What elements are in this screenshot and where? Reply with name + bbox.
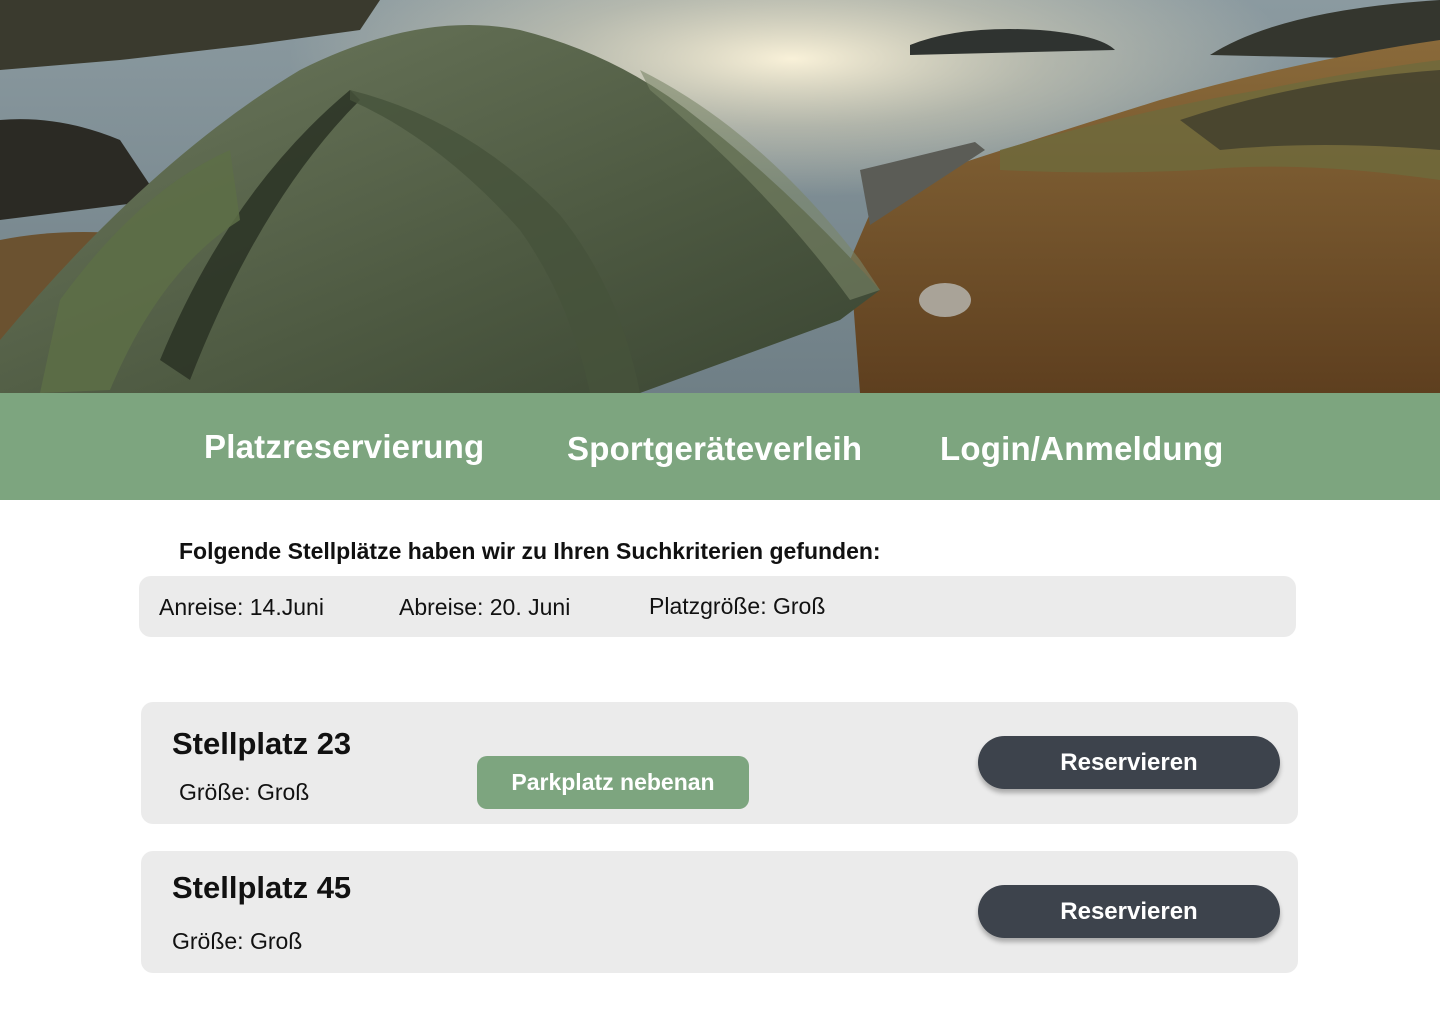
spot-title: Stellplatz 45: [172, 870, 352, 905]
spot-size: Größe: Groß: [172, 928, 303, 954]
arrival-date: Anreise: 14.Juni: [159, 594, 324, 620]
camping-tent-photo: [0, 0, 1440, 393]
hero-image: [0, 0, 1440, 393]
spot-title: Stellplatz 23: [172, 726, 352, 761]
nav-platzreservierung[interactable]: Platzreservierung: [204, 428, 484, 466]
results-heading: Folgende Stellplätze haben wir zu Ihren …: [179, 538, 881, 564]
reserve-button[interactable]: Reservieren: [978, 885, 1280, 938]
search-criteria-bar: Anreise: 14.Juni Abreise: 20. Juni Platz…: [139, 576, 1296, 637]
parking-adjacent-badge: Parkplatz nebenan: [477, 756, 749, 809]
spot-size: Größe: Groß: [179, 779, 310, 805]
main-navigation: Platzreservierung Sportgeräteverleih Log…: [0, 393, 1440, 500]
spot-card: Stellplatz 23 Größe: Groß Parkplatz nebe…: [141, 702, 1298, 824]
nav-login-anmeldung[interactable]: Login/Anmeldung: [940, 430, 1223, 468]
nav-sportgeraeteverleih[interactable]: Sportgeräteverleih: [567, 430, 862, 468]
site-size-filter: Platzgröße: Groß: [649, 593, 826, 619]
spot-card: Stellplatz 45 Größe: Groß Reservieren: [141, 851, 1298, 973]
departure-date: Abreise: 20. Juni: [399, 594, 571, 620]
reserve-button[interactable]: Reservieren: [978, 736, 1280, 789]
